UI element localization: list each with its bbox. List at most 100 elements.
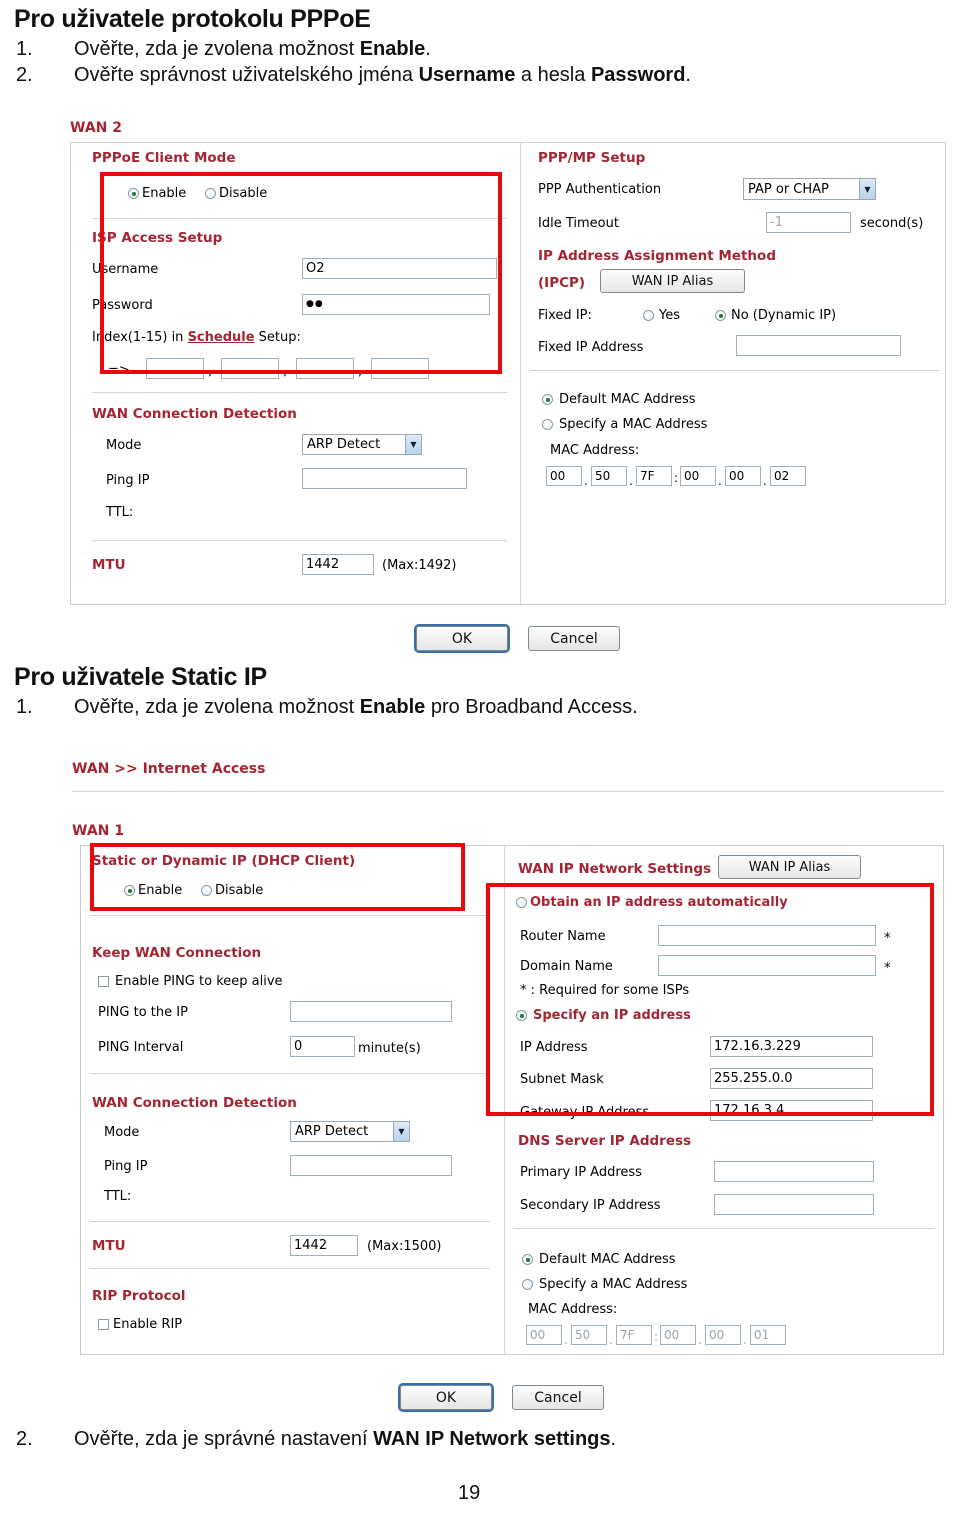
- subnet-mask-input[interactable]: 255.255.0.0: [710, 1068, 873, 1089]
- mac-octet-5[interactable]: 00: [725, 466, 761, 486]
- detect-ping-ip-label: Ping IP: [106, 473, 150, 488]
- divider: [92, 218, 507, 219]
- chevron-down-icon[interactable]: ▼: [859, 179, 875, 199]
- ip-address-label: IP Address: [520, 1040, 588, 1055]
- mac-octet-4-2[interactable]: 00: [660, 1325, 696, 1345]
- ok-button-1[interactable]: OK: [414, 624, 510, 653]
- subnet-mask-value: 255.255.0.0: [714, 1071, 793, 1086]
- cancel-button-1[interactable]: Cancel: [528, 626, 620, 651]
- username-input[interactable]: O2: [302, 258, 497, 279]
- username-label: Username: [92, 262, 159, 277]
- wan-ip-alias-button-2[interactable]: WAN IP Alias: [718, 855, 861, 879]
- checkbox-icon-ping-keepalive[interactable]: [98, 976, 109, 987]
- fixed-ip-address-input[interactable]: [736, 335, 901, 356]
- wan-connection-detection-title: WAN Connection Detection: [92, 406, 297, 422]
- mtu-input-2[interactable]: 1442: [290, 1235, 358, 1256]
- schedule-input-1[interactable]: [146, 358, 204, 379]
- chevron-down-icon[interactable]: ▼: [405, 435, 421, 454]
- radio-icon-enable[interactable]: [128, 188, 139, 199]
- specify-mac-radio-2[interactable]: Specify a MAC Address: [522, 1277, 687, 1292]
- detect-mode-select-2[interactable]: ARP Detect ▼: [290, 1121, 410, 1142]
- mac-octet-6[interactable]: 02: [770, 466, 806, 486]
- specify-mac-radio[interactable]: Specify a MAC Address: [542, 417, 707, 432]
- staticip-enable-radio[interactable]: Enable: [124, 883, 182, 898]
- isp-access-setup-title: ISP Access Setup: [92, 230, 223, 246]
- gateway-ip-input[interactable]: 172.16.3.4: [710, 1100, 873, 1121]
- chevron-down-icon[interactable]: ▼: [393, 1122, 409, 1141]
- radio-icon-yes[interactable]: [643, 310, 654, 321]
- mac-octet-2-value-2: 50: [575, 1328, 591, 1342]
- mac-octet-2[interactable]: 50: [591, 466, 627, 486]
- ip-address-input[interactable]: 172.16.3.229: [710, 1036, 873, 1057]
- pppoe-disable-radio[interactable]: Disable: [205, 186, 267, 201]
- pppoe-enable-radio[interactable]: Enable: [128, 186, 186, 201]
- obtain-ip-automatically-radio[interactable]: Obtain an IP address automatically: [516, 895, 788, 910]
- mac-separator: .: [718, 474, 722, 488]
- default-mac-radio-2[interactable]: Default MAC Address: [522, 1252, 676, 1267]
- enable-ping-keepalive-checkbox[interactable]: Enable PING to keep alive: [98, 974, 283, 989]
- specify-ip-address-label: Specify an IP address: [533, 1008, 691, 1023]
- mac-octet-6-2[interactable]: 01: [750, 1325, 786, 1345]
- radio-icon-disable[interactable]: [201, 885, 212, 896]
- enable-ping-keepalive-label: Enable PING to keep alive: [115, 974, 283, 989]
- rip-protocol-title: RIP Protocol: [92, 1288, 186, 1304]
- specify-ip-address-radio[interactable]: Specify an IP address: [516, 1008, 691, 1023]
- section1-step2-text: Ověřte správnost uživatelského jména Use…: [74, 64, 691, 87]
- mac-octet-3-value: 7F: [640, 469, 655, 483]
- domain-name-input[interactable]: [658, 955, 876, 976]
- detect-mode-select[interactable]: ARP Detect ▼: [302, 434, 422, 455]
- default-mac-radio[interactable]: Default MAC Address: [542, 392, 696, 407]
- radio-icon-enable[interactable]: [124, 885, 135, 896]
- ok-button-2[interactable]: OK: [398, 1383, 494, 1412]
- detect-mode-label-2: Mode: [104, 1125, 140, 1140]
- radio-icon-specify-ip[interactable]: [516, 1010, 527, 1021]
- ppp-auth-select[interactable]: PAP or CHAP ▼: [743, 178, 876, 200]
- username-value: O2: [306, 261, 325, 276]
- enable-rip-checkbox[interactable]: Enable RIP: [98, 1317, 182, 1332]
- staticip-disable-radio[interactable]: Disable: [201, 883, 263, 898]
- mac-octet-2-2[interactable]: 50: [571, 1325, 607, 1345]
- step-text-strong: WAN IP Network settings: [373, 1428, 611, 1450]
- radio-icon-no[interactable]: [715, 310, 726, 321]
- mac-octet-1-2[interactable]: 00: [526, 1325, 562, 1345]
- checkbox-icon-rip[interactable]: [98, 1319, 109, 1330]
- mac-separator: :: [654, 1330, 659, 1344]
- radio-icon-obtain-auto[interactable]: [516, 897, 527, 908]
- step-text-strong: Username: [418, 64, 516, 86]
- mac-octet-4[interactable]: 00: [680, 466, 716, 486]
- mac-octet-3-2[interactable]: 7F: [616, 1325, 652, 1345]
- password-input[interactable]: ●●: [302, 294, 490, 315]
- schedule-input-4[interactable]: [371, 358, 429, 379]
- step-text-post: .: [425, 38, 431, 60]
- schedule-input-2[interactable]: [221, 358, 279, 379]
- idle-timeout-value: -1: [770, 215, 783, 230]
- ping-interval-input[interactable]: 0: [290, 1036, 355, 1057]
- step-text-strong: Enable: [359, 38, 426, 60]
- ping-to-the-ip-input[interactable]: [290, 1001, 452, 1022]
- radio-icon-default-mac[interactable]: [542, 394, 553, 405]
- mac-octet-5-2[interactable]: 00: [705, 1325, 741, 1345]
- radio-icon-specify-mac[interactable]: [542, 419, 553, 430]
- primary-dns-input[interactable]: [714, 1161, 874, 1182]
- schedule-link[interactable]: Schedule: [188, 330, 255, 345]
- mtu-input[interactable]: 1442: [302, 554, 374, 575]
- router-name-input[interactable]: [658, 925, 876, 946]
- schedule-input-3[interactable]: [296, 358, 354, 379]
- secondary-dns-input[interactable]: [714, 1194, 874, 1215]
- mac-octet-3[interactable]: 7F: [636, 466, 672, 486]
- idle-timeout-input[interactable]: -1: [766, 212, 851, 233]
- fixed-ip-no-radio[interactable]: No (Dynamic IP): [715, 308, 836, 323]
- radio-icon-disable[interactable]: [205, 188, 216, 199]
- detect-ping-ip-input[interactable]: [302, 468, 467, 489]
- fixed-ip-yes-radio[interactable]: Yes: [643, 308, 680, 323]
- section1-step1-number: 1.: [16, 38, 33, 60]
- mac-octet-1[interactable]: 00: [546, 466, 582, 486]
- detect-ping-ip-input-2[interactable]: [290, 1155, 452, 1176]
- radio-icon-default-mac[interactable]: [522, 1254, 533, 1265]
- cancel-button-2[interactable]: Cancel: [512, 1385, 604, 1410]
- wan-ip-alias-button[interactable]: WAN IP Alias: [600, 269, 745, 293]
- default-mac-label-2: Default MAC Address: [539, 1252, 676, 1267]
- schedule-arrow: =>: [108, 363, 130, 378]
- radio-icon-specify-mac[interactable]: [522, 1279, 533, 1290]
- index-label-post: Setup:: [254, 330, 301, 345]
